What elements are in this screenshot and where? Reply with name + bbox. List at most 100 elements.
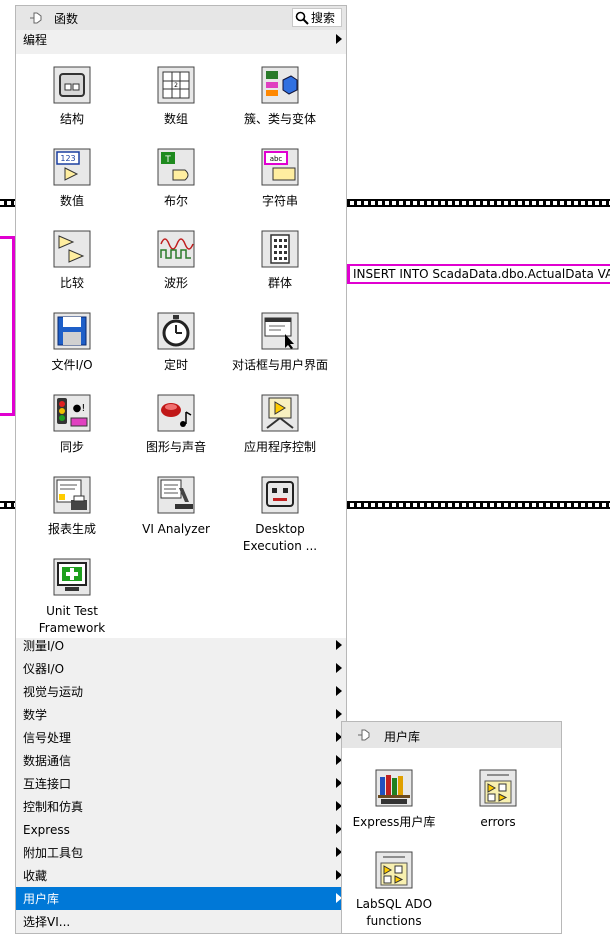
tile-structures[interactable]: 结构 [20,66,124,128]
tile-file-io[interactable]: 文件I/O [20,312,124,374]
category-express[interactable]: Express [16,818,346,841]
tile-synchronization[interactable]: ●! 同步 [20,394,124,456]
tile-timing[interactable]: 定时 [124,312,228,374]
category-label: 仪器I/O [23,662,65,676]
tile-label: VI Analyzer [142,522,210,536]
tile-waveform[interactable]: 波形 [124,230,228,292]
report-generation-icon [53,476,91,514]
submenu-arrow-icon [336,709,342,719]
tile-label: 布尔 [163,194,188,208]
category-data-communication[interactable]: 数据通信 [16,749,346,772]
tile-label: 数值 [59,194,84,208]
tile-desktop-execution[interactable]: Desktop Execution ... [228,476,332,555]
category-label: 控制和仿真 [23,800,84,814]
category-connectivity[interactable]: 互连接口 [16,772,346,795]
search-button[interactable]: 搜索 [292,8,342,27]
array-icon: 2 [157,66,195,104]
submenu-arrow-icon [336,34,342,44]
category-user-libraries[interactable]: 用户库 [16,887,346,910]
graphics-sound-icon [157,394,195,432]
svg-text:T: T [164,155,171,165]
user-libraries-grid: Express用户库 errors LabSQL ADO functions [342,748,561,933]
category-mathematics[interactable]: 数学 [16,703,346,726]
tile-label: 数组 [163,112,188,126]
tile-label: 报表生成 [47,522,96,536]
tile-label: 结构 [59,112,84,126]
tile-report-generation[interactable]: 报表生成 [20,476,124,538]
tile-label: 簇、类与变体 [243,112,316,126]
programming-subpalette: 结构 2 数组 簇、类与变体 123 数值 T 布尔 abc 字符串 比较 波形… [16,54,346,638]
tile-graphics-sound[interactable]: 图形与声音 [124,394,228,456]
tile-string[interactable]: abc 字符串 [228,148,332,210]
category-addons[interactable]: 附加工具包 [16,841,346,864]
comparison-icon [53,230,91,268]
tile-labsql-ado[interactable]: LabSQL ADO functions [344,851,444,930]
category-label: 选择VI... [23,915,71,929]
tile-label: Desktop Execution ... [242,522,318,553]
tile-group[interactable]: 群体 [228,230,332,292]
tile-label: 应用程序控制 [243,440,316,454]
category-label: 数据通信 [23,754,72,768]
unit-test-framework-icon [53,558,91,596]
category-label: 编程 [23,33,48,47]
timing-icon [157,312,195,350]
category-measurement-io[interactable]: 测量I/O [16,634,346,657]
tile-label: 波形 [163,276,188,290]
category-label: 收藏 [23,869,48,883]
express-user-lib-icon [375,769,413,807]
tile-cluster-class-variant[interactable]: 簇、类与变体 [228,66,332,128]
tile-errors-lib[interactable]: errors [448,769,548,831]
tile-numeric[interactable]: 123 数值 [20,148,124,210]
svg-text:abc: abc [270,155,283,163]
category-programming[interactable]: 编程 [16,28,346,51]
svg-text:123: 123 [60,154,75,163]
tile-array[interactable]: 2 数组 [124,66,228,128]
file-io-icon [53,312,91,350]
submenu-arrow-icon [336,640,342,650]
tile-dialog-ui[interactable]: 对话框与用户界面 [228,312,332,374]
tile-label: Express用户库 [352,815,436,829]
tile-label: errors [480,815,516,829]
functions-palette: 函数 搜索 编程 结构 2 数组 簇、类与变体 123 数值 T 布尔 abc … [15,5,347,934]
tile-label: 群体 [267,276,292,290]
category-vision-motion[interactable]: 视觉与运动 [16,680,346,703]
tile-label: 同步 [59,440,84,454]
pin-icon[interactable] [356,727,372,743]
tile-label: 比较 [59,276,84,290]
sql-string-constant[interactable]: INSERT INTO ScadaData.dbo.ActualData VAL… [348,264,610,284]
tile-label: 图形与声音 [145,440,206,454]
submenu-arrow-icon [336,686,342,696]
category-label: 信号处理 [23,731,72,745]
category-select-vi[interactable]: 选择VI... [16,910,346,933]
svg-text:2: 2 [174,82,178,89]
category-label: 用户库 [23,892,60,906]
sub-palette-title: 用户库 [384,730,421,744]
tile-unit-test-framework[interactable]: Unit Test Framework [20,558,124,637]
tile-label: LabSQL ADO functions [355,897,433,928]
svg-text:●!: ●! [73,403,86,414]
string-icon: abc [261,148,299,186]
tile-comparison[interactable]: 比较 [20,230,124,292]
palette-title: 函数 [54,12,79,26]
string-wire-lower[interactable] [0,413,15,416]
tile-label: 文件I/O [51,358,93,372]
category-label: 附加工具包 [23,846,84,860]
pin-icon[interactable] [28,10,44,26]
category-label: 测量I/O [23,639,65,653]
tile-boolean[interactable]: T 布尔 [124,148,228,210]
cluster-class-variant-icon [261,66,299,104]
category-instrument-io[interactable]: 仪器I/O [16,657,346,680]
category-label: 数学 [23,708,48,722]
category-signal-processing[interactable]: 信号处理 [16,726,346,749]
synchronization-group-icon [261,230,299,268]
dialog-ui-icon [261,312,299,350]
structures-icon [53,66,91,104]
category-favorites[interactable]: 收藏 [16,864,346,887]
tile-application-control[interactable]: 应用程序控制 [228,394,332,456]
desktop-execution-icon [261,476,299,514]
tile-vi-analyzer[interactable]: VI Analyzer [124,476,228,538]
numeric-icon: 123 [53,148,91,186]
tile-express-user-lib[interactable]: Express用户库 [344,769,444,831]
synchronization-icon: ●! [53,394,91,432]
category-control-simulation[interactable]: 控制和仿真 [16,795,346,818]
